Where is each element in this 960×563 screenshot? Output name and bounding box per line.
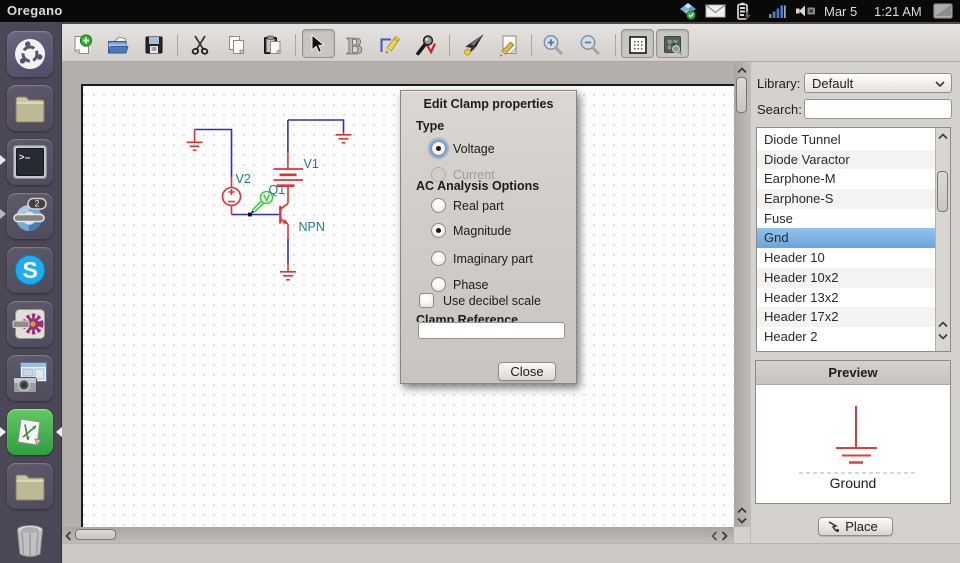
svg-text:NPN: NPN [299,220,325,234]
svg-text:Q1: Q1 [269,183,286,197]
svg-text:V2: V2 [236,172,251,186]
svg-text:>: > [19,153,24,163]
svg-text:2: 2 [35,199,40,209]
svg-text:V1: V1 [304,157,319,171]
svg-text:B: B [347,34,363,57]
svg-text:S: S [23,257,38,283]
